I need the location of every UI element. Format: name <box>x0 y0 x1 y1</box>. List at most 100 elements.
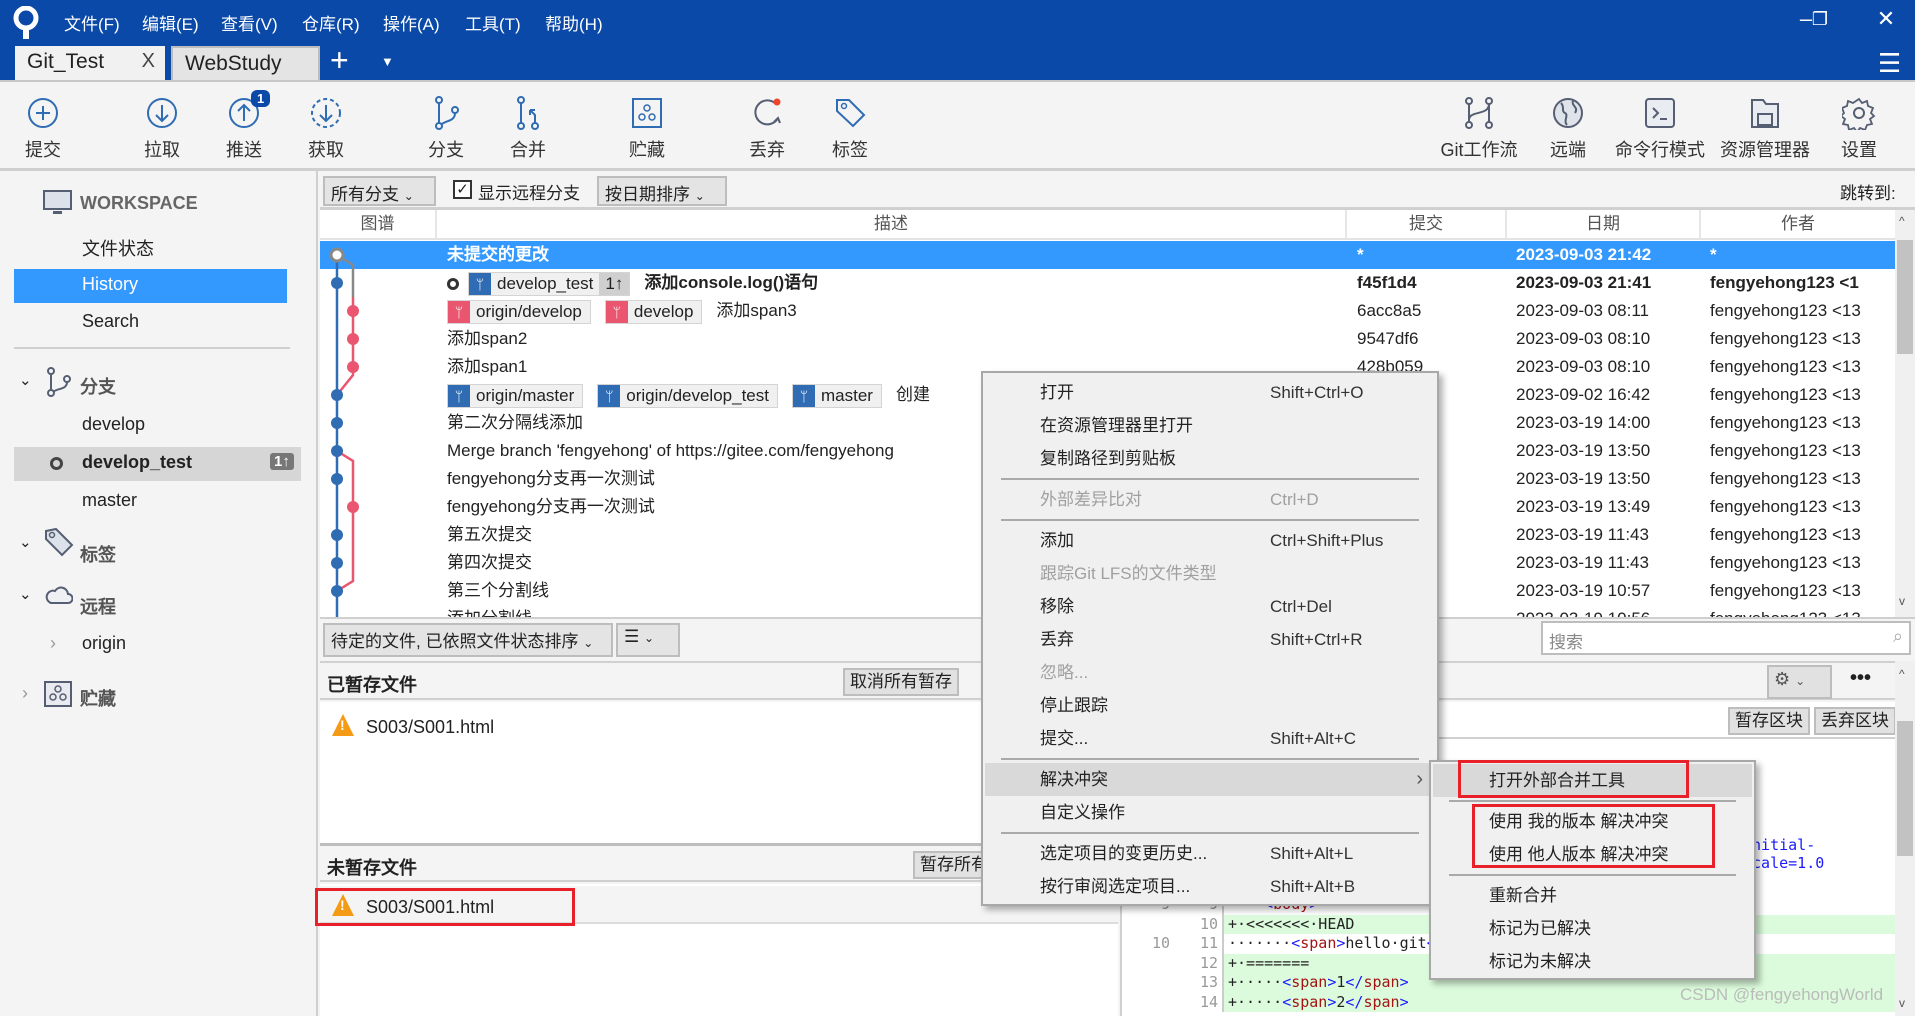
list-mode-dropdown[interactable]: ☰ ⌄ <box>616 623 680 657</box>
toolbar-folder-button[interactable]: 资源管理器 <box>1720 96 1810 162</box>
branch-ref-badge[interactable]: ᛘ origin/develop_test <box>597 383 778 408</box>
menu-3[interactable]: 仓库(R) <box>302 10 360 35</box>
scrollbar-thumb[interactable] <box>1897 721 1913 856</box>
menu-item[interactable]: 按行审阅选定项目... Shift+Alt+B <box>985 870 1435 903</box>
diff-scrollbar[interactable]: ^ v <box>1895 661 1915 1016</box>
chevron-down-icon[interactable]: ⌄ <box>19 533 32 551</box>
remotes-header[interactable]: 远程 <box>80 593 116 619</box>
commit-node[interactable] <box>347 361 359 373</box>
toolbar-discard-button[interactable]: 丢弃 <box>722 96 812 162</box>
commit-node[interactable] <box>331 389 343 401</box>
branch-ref-badge[interactable]: ᛘ origin/develop <box>447 299 591 324</box>
commit-node[interactable] <box>329 247 345 263</box>
tags-header[interactable]: 标签 <box>80 541 116 567</box>
commit-row[interactable]: ᛘ origin/develop ᛘ develop 添加span3 6acc8a5 202… <box>320 297 1895 325</box>
branches-header[interactable]: 分支 <box>80 373 116 399</box>
commit-row[interactable]: 添加span2 9547df6 2023-09-03 08:10 fengyehong… <box>320 325 1895 353</box>
stash-header[interactable]: 贮藏 <box>80 685 116 711</box>
more-options-icon[interactable]: ••• <box>1850 667 1871 690</box>
diff-options-button[interactable]: ⚙ ⌄ <box>1767 665 1832 699</box>
menu-item[interactable]: 使用 我的版本 解决冲突 <box>1433 805 1752 838</box>
branch-ref-badge[interactable]: ᛘ develop <box>604 299 703 324</box>
tab-close-icon[interactable]: X <box>142 50 155 73</box>
unstage-all-button[interactable]: 取消所有暂存 <box>843 668 959 696</box>
chevron-right-icon[interactable]: › <box>50 633 56 654</box>
sidebar-branch-develop-test[interactable]: develop_test 1↑ <box>14 447 301 481</box>
menu-2[interactable]: 查看(V) <box>221 10 278 35</box>
toolbar-merge-button[interactable]: 合并 <box>483 96 573 162</box>
menu-item[interactable]: 移除 Ctrl+Del <box>985 590 1435 623</box>
menu-6[interactable]: 帮助(H) <box>545 10 603 35</box>
file-sort-dropdown[interactable]: 待定的文件, 已依照文件状态排序 ⌄ <box>323 623 613 657</box>
menu-item[interactable]: 使用 他人版本 解决冲突 <box>1433 838 1752 871</box>
commit-node[interactable] <box>331 417 343 429</box>
commit-node[interactable] <box>347 305 359 317</box>
menu-item[interactable]: 在资源管理器里打开 <box>985 409 1435 442</box>
commit-row[interactable]: ᛘ develop_test 1↑ 添加console.log()语句 f45f1d4 2… <box>320 269 1895 297</box>
sidebar-item-search[interactable]: Search <box>82 311 139 332</box>
toolbar-pull-button[interactable]: 拉取 <box>117 96 207 162</box>
toolbar-gear-button[interactable]: 设置 <box>1814 96 1904 162</box>
scroll-down-icon[interactable]: v <box>1899 996 1905 1010</box>
menu-item[interactable]: 解决冲突 › <box>985 763 1435 796</box>
toolbar-fetch-button[interactable]: 获取 <box>281 96 371 162</box>
discard-hunk-button[interactable]: 丢弃区块 <box>1814 707 1896 735</box>
menu-item[interactable]: 选定项目的变更历史... Shift+Alt+L <box>985 837 1435 870</box>
chevron-down-icon[interactable]: ⌄ <box>19 585 32 603</box>
menu-5[interactable]: 工具(T) <box>465 10 521 35</box>
commit-node[interactable] <box>331 557 343 569</box>
commit-node[interactable] <box>331 277 343 289</box>
sidebar-branch-master[interactable]: master <box>82 490 137 511</box>
staged-file-item[interactable]: S003/S001.html <box>332 714 494 738</box>
toolbar-branch-button[interactable]: 分支 <box>401 96 491 162</box>
toolbar-stash-button[interactable]: 贮藏 <box>602 96 692 162</box>
restore-button[interactable]: ❐ <box>1800 9 1840 30</box>
menu-item[interactable]: 自定义操作 <box>985 796 1435 829</box>
sidebar-item-file-status[interactable]: 文件状态 <box>82 235 154 261</box>
toolbar-globe-button[interactable]: 远端 <box>1523 96 1613 162</box>
search-input[interactable]: 搜索 ⌕ <box>1541 621 1911 655</box>
tab-git-test[interactable]: Git_Test X <box>15 46 165 80</box>
sort-dropdown[interactable]: 按日期排序 ⌄ <box>597 176 727 206</box>
sidebar-item-history[interactable]: History <box>14 269 287 303</box>
scroll-down-icon[interactable]: v <box>1899 594 1905 608</box>
menu-item[interactable]: 提交... Shift+Alt+C <box>985 722 1435 755</box>
column-author[interactable]: 作者 <box>1701 210 1895 238</box>
sidebar-branch-develop[interactable]: develop <box>82 414 145 435</box>
commit-node[interactable] <box>347 333 359 345</box>
scroll-up-icon[interactable]: ^ <box>1899 214 1905 228</box>
stage-hunk-button[interactable]: 暂存区块 <box>1728 707 1810 735</box>
unstaged-file-item[interactable]: S003/S001.html <box>332 894 494 918</box>
menu-0[interactable]: 文件(F) <box>64 10 120 35</box>
toolbar-terminal-button[interactable]: 命令行模式 <box>1615 96 1705 162</box>
menu-item[interactable]: 打开外部合并工具 <box>1433 764 1752 797</box>
scroll-up-icon[interactable]: ^ <box>1899 667 1905 681</box>
column-commit[interactable]: 提交 <box>1347 210 1507 238</box>
branch-ref-badge[interactable]: ᛘ develop_test 1↑ <box>468 271 631 296</box>
commit-node[interactable] <box>331 445 343 457</box>
close-window-button[interactable]: ✕ <box>1866 6 1906 32</box>
menu-4[interactable]: 操作(A) <box>383 10 440 35</box>
menu-item[interactable]: 重新合并 <box>1433 879 1752 912</box>
column-description[interactable]: 描述 <box>437 210 1347 238</box>
scrollbar-thumb[interactable] <box>1897 240 1913 354</box>
menu-item[interactable]: 标记为已解决 <box>1433 912 1752 945</box>
sidebar-remote-origin[interactable]: origin <box>82 633 126 654</box>
commit-row[interactable]: 未提交的更改 * 2023-09-03 21:42 * <box>320 241 1895 269</box>
chevron-right-icon[interactable]: › <box>22 683 28 704</box>
hamburger-menu-icon[interactable]: ☰ <box>1878 48 1901 79</box>
commit-node[interactable] <box>331 473 343 485</box>
column-graph[interactable]: 图谱 <box>320 210 437 238</box>
chevron-down-icon[interactable]: ⌄ <box>19 371 32 389</box>
commit-node[interactable] <box>331 529 343 541</box>
toolbar-git-flow-button[interactable]: Git工作流 <box>1434 96 1524 162</box>
toolbar-push-button[interactable]: 推送 1 <box>199 90 289 162</box>
show-remote-checkbox[interactable]: ✓ <box>453 180 472 199</box>
commit-node[interactable] <box>331 585 343 597</box>
menu-1[interactable]: 编辑(E) <box>142 10 199 35</box>
commit-node[interactable] <box>347 501 359 513</box>
toolbar-tag-button[interactable]: 标签 <box>805 96 895 162</box>
branch-ref-badge[interactable]: ᛘ master <box>791 383 882 408</box>
menu-item[interactable]: 标记为未解决 <box>1433 945 1752 978</box>
toolbar-commit-button[interactable]: 提交 <box>0 96 88 162</box>
